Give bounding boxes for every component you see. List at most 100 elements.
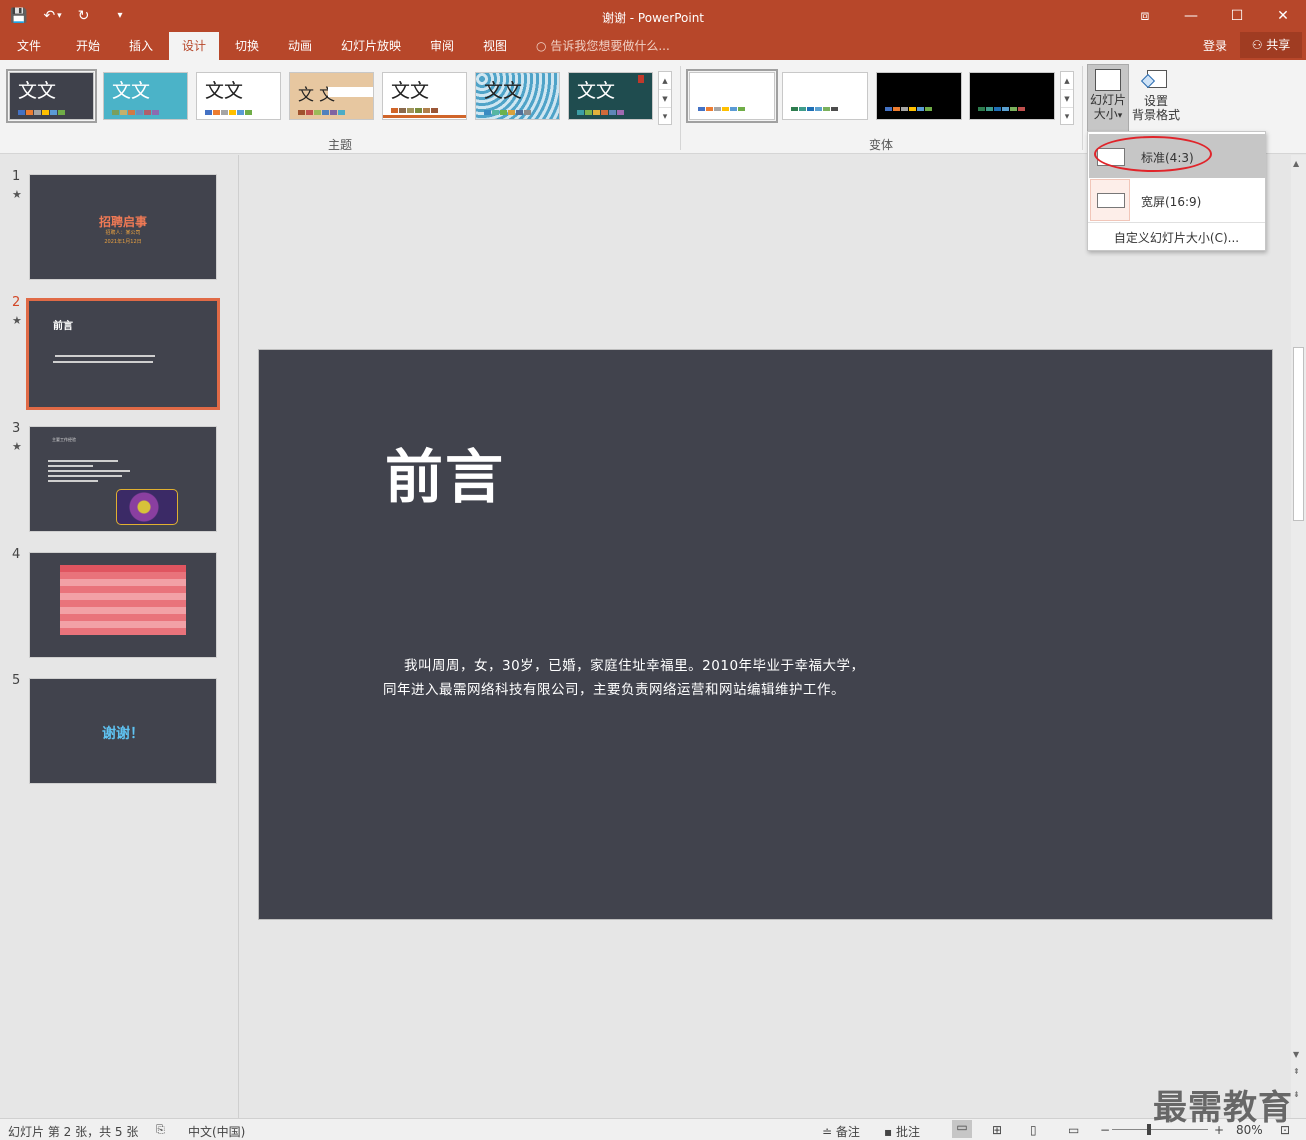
custom-slide-size-item[interactable]: 自定义幻灯片大小(C)...	[1088, 229, 1265, 246]
gallery-more-icon[interactable]: ▾	[659, 108, 671, 126]
format-background-button[interactable]: 设置 背景格式	[1131, 64, 1181, 122]
login-link[interactable]: 登录	[1203, 32, 1227, 60]
themes-group-label: 主题	[328, 138, 353, 152]
maximize-button[interactable]: ☐	[1214, 0, 1260, 32]
group-separator	[680, 66, 681, 150]
scroll-up-icon[interactable]: ▲	[659, 72, 671, 90]
reading-view-icon[interactable]: ▯	[1030, 1123, 1037, 1137]
scroll-up-icon[interactable]: ▲	[1293, 159, 1299, 168]
lightbulb-icon: ○	[536, 39, 547, 53]
zoom-slider-thumb[interactable]	[1147, 1124, 1151, 1135]
tab-animations[interactable]: 动画	[277, 32, 323, 60]
variant-color-bars	[791, 107, 838, 111]
slide-size-icon	[1095, 69, 1121, 91]
thumb-title: 谢谢！	[102, 726, 144, 742]
watermark-logo: 最需教育	[1153, 1088, 1293, 1128]
tab-view[interactable]: 视图	[472, 32, 518, 60]
annotation-circle	[1094, 136, 1212, 172]
tab-file[interactable]: 文件	[8, 32, 50, 60]
tab-transitions[interactable]: 切换	[224, 32, 270, 60]
slide-sorter-icon[interactable]: ⊞	[992, 1123, 1002, 1137]
status-bar: 幻灯片 第 2 张，共 5 张 ⎘ 中文(中国) ≐ 备注 ▪ 批注 ▭ ⊞ ▯…	[0, 1118, 1306, 1140]
theme-preview-text: 文文	[112, 80, 151, 102]
slide-number: 1	[12, 169, 21, 184]
slide-size-label-1: 幻灯片	[1089, 93, 1126, 107]
thumb-text-line	[48, 470, 130, 472]
normal-view-icon[interactable]: ▭	[952, 1120, 972, 1138]
comments-label: 批注	[895, 1125, 920, 1139]
share-label: 共享	[1266, 38, 1291, 52]
menu-divider	[1088, 222, 1265, 223]
theme-ribbon-mark	[638, 75, 644, 83]
thumb-text-line	[48, 460, 118, 462]
slide-title[interactable]: 前言	[385, 430, 505, 514]
current-slide[interactable]: 前言 我叫周周，女，30岁，已婚，家庭住址幸福里。2010年毕业于幸福大学， 同…	[258, 349, 1273, 920]
share-button[interactable]: ⚇ 共享	[1240, 32, 1302, 58]
slide-size-label-2: 大小	[1093, 107, 1118, 121]
scroll-down-icon[interactable]: ▼	[1061, 90, 1073, 108]
ribbon-display-options-icon[interactable]: ⧈	[1122, 0, 1168, 32]
theme-brush[interactable]: 文 文	[289, 72, 374, 120]
variant-1[interactable]	[686, 69, 778, 123]
slide-body-line2[interactable]: 同年进入最需网络科技有限公司，主要负责网络运营和网站编辑维护工作。	[383, 678, 845, 698]
theme-orange-line[interactable]: 文文	[382, 72, 467, 120]
slide-thumbnail-3[interactable]: 主要工作经验	[29, 426, 217, 532]
previous-slide-icon[interactable]: ⇞	[1293, 1067, 1300, 1076]
thumb-text-line	[48, 475, 122, 477]
slide-thumbnail-5[interactable]: 谢谢！	[29, 678, 217, 784]
slide-number: 2	[12, 295, 21, 310]
variant-2[interactable]	[782, 72, 868, 120]
tab-review[interactable]: 审阅	[419, 32, 465, 60]
tab-home[interactable]: 开始	[64, 32, 112, 60]
slide-body-line1[interactable]: 我叫周周，女，30岁，已婚，家庭住址幸福里。2010年毕业于幸福大学，	[404, 654, 865, 674]
slide-size-widescreen[interactable]: 宽屏(16:9)	[1089, 178, 1265, 222]
language-status[interactable]: 中文(中国)	[188, 1123, 245, 1140]
notes-button[interactable]: ≐ 备注	[822, 1123, 860, 1140]
slide-thumbnail-4[interactable]	[29, 552, 217, 658]
thumb-title: 主要工作经验	[52, 437, 76, 442]
thumb-text-line	[55, 355, 155, 357]
slide-thumbnail-2[interactable]: 前言	[26, 298, 220, 410]
tab-slideshow[interactable]: 幻灯片放映	[334, 32, 408, 60]
animation-star-icon: ★	[12, 314, 22, 327]
scroll-down-icon[interactable]: ▼	[1293, 1050, 1299, 1059]
tab-design[interactable]: 设计	[169, 32, 219, 60]
variant-4[interactable]	[969, 72, 1055, 120]
theme-office-dark[interactable]: 文文	[6, 69, 97, 123]
theme-color-bars	[112, 110, 159, 115]
minimize-button[interactable]: —	[1168, 0, 1214, 32]
slideshow-view-icon[interactable]: ▭	[1068, 1123, 1079, 1137]
slide-size-button[interactable]: 幻灯片 大小▾	[1087, 64, 1129, 132]
thumb-subtitle: 招聘人：某公司	[105, 230, 141, 236]
slide-number: 5	[12, 673, 21, 688]
vertical-scrollbar[interactable]: ▲ ▼ ⇞ ⇟	[1291, 155, 1306, 1118]
theme-teal[interactable]: 文文	[103, 72, 188, 120]
widescreen-ratio-icon	[1097, 193, 1125, 208]
scroll-down-icon[interactable]: ▼	[659, 90, 671, 108]
slide-thumbnail-pane: 1 ★ 招聘启事 招聘人：某公司 2021年1月12日 2 ★ 前言 3 ★ 主…	[0, 155, 239, 1118]
zoom-out-button[interactable]: −	[1100, 1123, 1110, 1137]
theme-dark-teal[interactable]: 文文	[568, 72, 653, 120]
gallery-more-icon[interactable]: ▾	[1061, 108, 1073, 126]
next-slide-icon[interactable]: ⇟	[1293, 1090, 1300, 1099]
thumb-date: 2021年1月12日	[104, 239, 142, 245]
close-button[interactable]: ✕	[1260, 0, 1306, 32]
theme-preview-text: 文文	[577, 80, 616, 102]
theme-office[interactable]: 文文	[196, 72, 281, 120]
scroll-up-icon[interactable]: ▲	[1061, 72, 1073, 90]
theme-color-bars	[391, 108, 438, 113]
themes-gallery-scroll: ▲ ▼ ▾	[658, 71, 672, 125]
slide-thumbnail-1[interactable]: 招聘启事 招聘人：某公司 2021年1月12日	[29, 174, 217, 280]
zoom-slider-track[interactable]	[1112, 1129, 1208, 1130]
comments-button[interactable]: ▪ 批注	[884, 1123, 920, 1140]
ribbon-tab-bar: 文件 开始 插入 设计 切换 动画 幻灯片放映 审阅 视图 ○ 告诉我您想要做什…	[0, 32, 1306, 60]
scrollbar-thumb[interactable]	[1293, 347, 1304, 521]
animation-star-icon: ★	[12, 440, 22, 453]
tell-me-box[interactable]: ○ 告诉我您想要做什么...	[536, 32, 670, 60]
format-background-label-1: 设置	[1143, 94, 1168, 108]
proofing-icon[interactable]: ⎘	[156, 1123, 165, 1137]
theme-pattern[interactable]: 文文	[475, 72, 560, 120]
flower-image	[116, 489, 178, 525]
tab-insert[interactable]: 插入	[118, 32, 164, 60]
variant-3[interactable]	[876, 72, 962, 120]
